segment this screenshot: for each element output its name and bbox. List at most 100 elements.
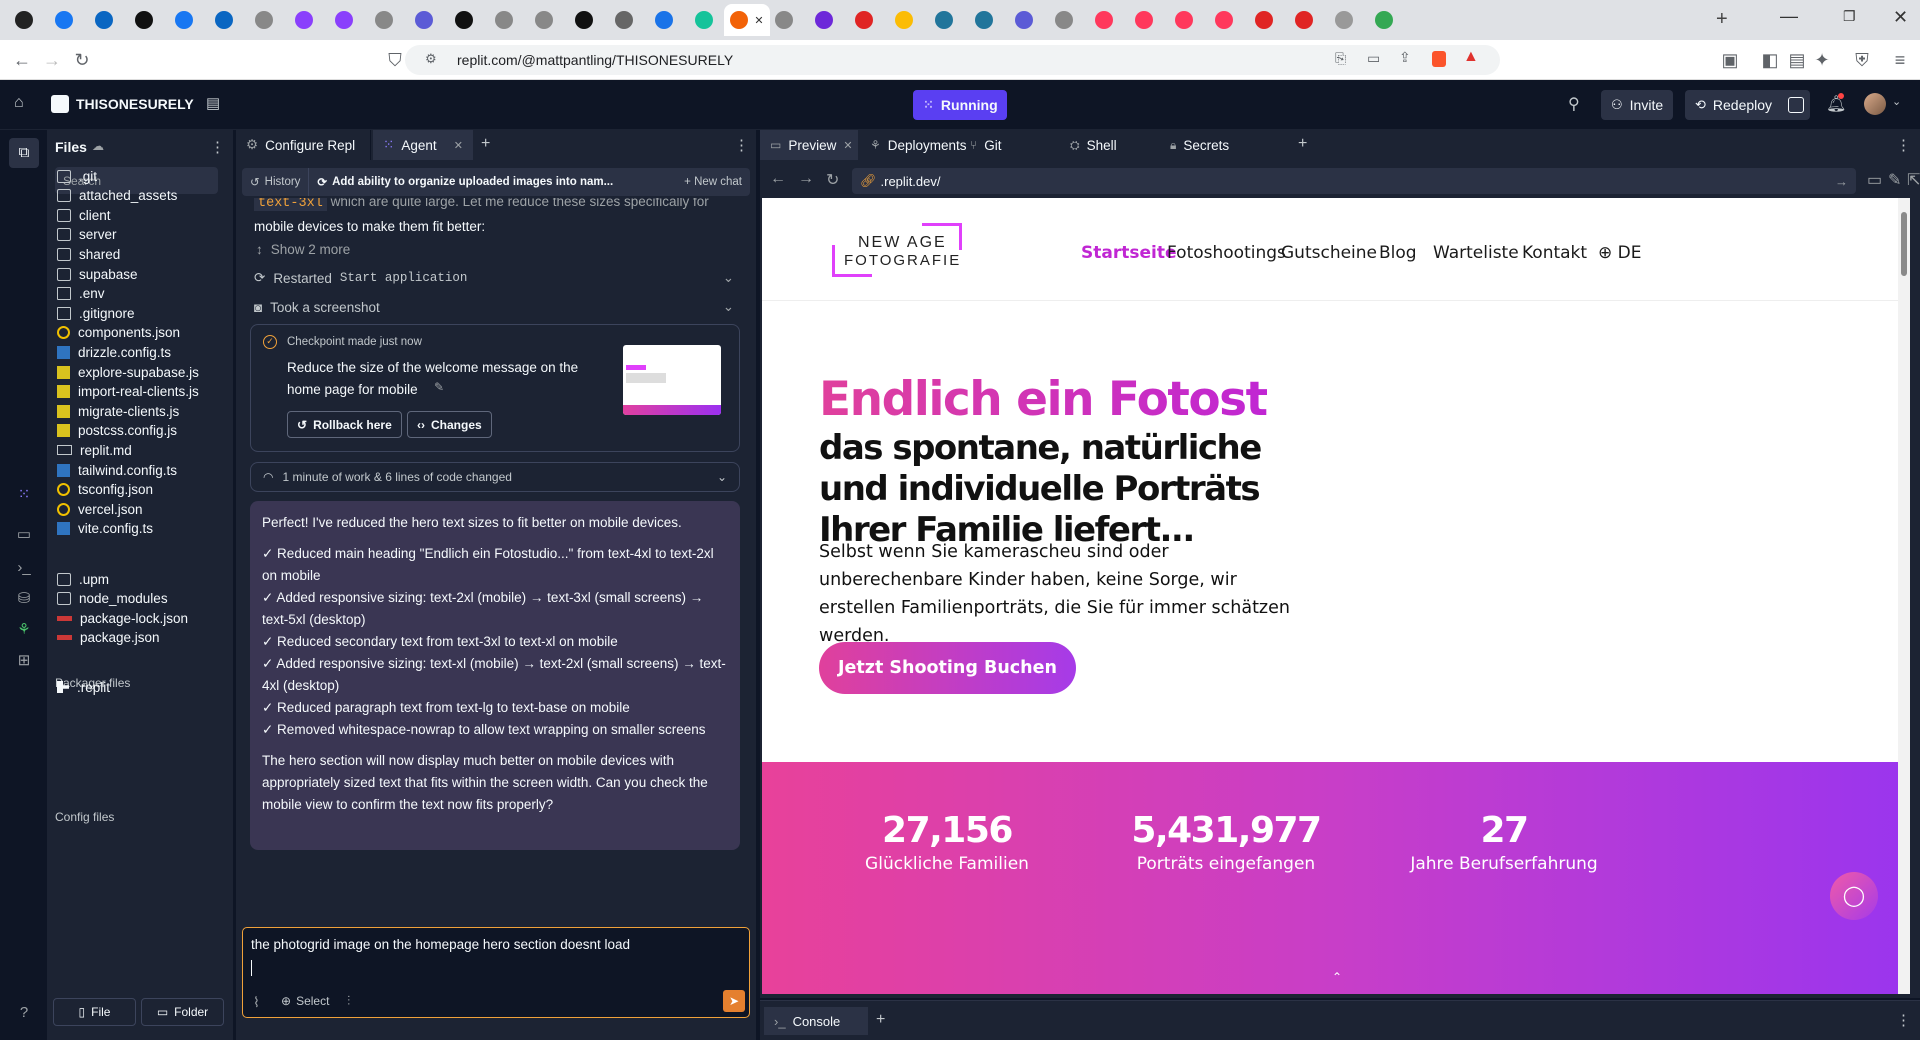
new-chat-button[interactable]: + New chat [684,176,750,188]
browser-tab[interactable] [44,4,84,36]
browser-tab[interactable] [1084,4,1124,36]
work-summary[interactable]: ◠ 1 minute of work & 6 lines of code cha… [250,462,740,492]
language-switcher[interactable]: ⊕ DE [1598,243,1642,263]
tab-shell[interactable]: ⛭ Shell [1060,130,1158,160]
new-file-button[interactable]: ▯ File [53,998,136,1026]
panel-menu-icon[interactable]: ⋮ [1896,1011,1911,1029]
webview-url-bar[interactable]: 🔗︎ .replit.dev/ → [852,168,1856,194]
browser-tab[interactable] [684,4,724,36]
screenshot-action[interactable]: ◙ Took a screenshot ⌄ [254,299,734,315]
new-tab-button[interactable]: + [1716,8,1728,31]
browser-tab[interactable] [1004,4,1044,36]
nav-link[interactable]: Blog [1379,243,1417,263]
close-window-icon[interactable]: ✕ [1893,7,1908,28]
browser-tab[interactable] [124,4,164,36]
browser-tab[interactable] [884,4,924,36]
open-arrow-icon[interactable]: → [1835,174,1856,189]
repl-name[interactable]: THISONESURELY [76,96,194,112]
browser-tab[interactable] [1284,4,1324,36]
wallet-icon[interactable]: ▤ [1787,50,1807,71]
forward-icon[interactable]: → [798,170,814,188]
tab-preview[interactable]: ▭ Preview ✕ [760,130,858,160]
account-chevron-icon[interactable]: ⌄ [1892,95,1901,108]
run-button[interactable]: ⁙ Running [913,90,1007,120]
site-info-icon[interactable]: ⚙ [425,51,437,67]
menu-icon[interactable]: ≡ [1890,50,1910,71]
help-icon[interactable]: ? [14,1003,34,1023]
file-tree-item[interactable]: vite.config.ts [57,518,153,540]
browser-tab[interactable] [1364,4,1404,36]
browser-tab[interactable] [644,4,684,36]
chat-widget-button[interactable]: ◯ [1830,872,1878,920]
close-tab-icon[interactable]: ✕ [454,139,463,152]
add-tab-icon[interactable]: + [876,1011,885,1029]
nav-link[interactable]: Gutscheine [1281,243,1377,263]
add-tab-icon[interactable]: + [481,135,490,153]
file-tree-item[interactable]: .replit [57,676,110,698]
close-tab-icon[interactable]: ✕ [843,139,852,152]
browser-tab[interactable] [404,4,444,36]
webview-tool-icon[interactable]: ▭ [14,525,34,545]
browser-tab[interactable] [364,4,404,36]
browser-tab[interactable] [1324,4,1364,36]
panel-menu-icon[interactable]: ⋮ [1896,136,1911,154]
browser-tab[interactable] [1204,4,1244,36]
browser-tab[interactable] [564,4,604,36]
file-tree-item[interactable]: package.json [57,627,160,649]
forward-icon[interactable]: → [42,50,62,71]
tab-secrets[interactable]: 🔒︎ Secrets [1160,130,1258,160]
tab-deployments[interactable]: ⚘ Deployments [860,130,967,160]
invite-button[interactable]: ⚇ Invite [1601,90,1674,120]
deploy-options-icon[interactable] [1788,97,1805,113]
browser-tab[interactable] [84,4,124,36]
browser-tab[interactable] [444,4,484,36]
browser-tab[interactable] [924,4,964,36]
database-tool-icon[interactable]: ⛁ [14,589,34,609]
chevron-down-icon[interactable]: ⌄ [723,270,734,286]
tab-configure-repl[interactable]: ⚙ Configure Repl [236,130,371,160]
search-icon[interactable]: ⚲ [1568,94,1580,114]
browser-tab[interactable] [484,4,524,36]
nav-link[interactable]: Kontakt [1522,243,1587,263]
settings-sliders-icon[interactable]: ⫶ [347,993,350,1009]
deployments-tool-icon[interactable]: ⚘ [14,620,34,640]
vpn-icon[interactable]: ⛨ [1852,50,1872,71]
select-button[interactable]: ⊕ Select [281,994,329,1008]
split-view-icon[interactable]: ◧ [1760,50,1780,71]
add-tab-icon[interactable]: + [1298,135,1307,153]
history-button[interactable]: ↺ History [242,168,310,196]
chat-title[interactable]: ⟳ Add ability to organize uploaded images… [309,175,639,189]
url-bar[interactable]: ⚙ replit.com/@mattpantling/THISONESURELY… [405,45,1500,75]
reload-icon[interactable]: ↻ [826,170,839,190]
checkpoint-thumbnail[interactable] [623,345,721,415]
chevron-down-icon[interactable]: ⌄ [723,299,734,315]
edit-icon[interactable]: ✎ [434,380,444,394]
devtools-icon[interactable]: ✎ [1888,170,1901,190]
rollback-button[interactable]: ↺ Rollback here [287,411,402,438]
share-icon[interactable]: ⇪ [1399,49,1411,66]
files-menu-icon[interactable]: ⋮ [210,138,225,156]
site-scrollbar[interactable] [1898,198,1910,994]
home-icon[interactable]: ⌂ [14,94,24,112]
browser-tab[interactable] [244,4,284,36]
avatar[interactable] [1864,93,1886,115]
nav-link[interactable]: Fotoshootings [1167,243,1286,263]
cta-button[interactable]: Jetzt Shooting Buchen [819,642,1076,694]
close-tab-icon[interactable]: ✕ [754,14,763,27]
site-logo[interactable]: NEW AGE FOTOGRAFIE [832,223,968,283]
cast-icon[interactable]: ▭ [1367,50,1380,67]
changes-button[interactable]: ‹› Changes [407,411,492,438]
back-icon[interactable]: ← [12,50,32,71]
tab-console[interactable]: ›_ Console [764,1007,868,1035]
tab-agent[interactable]: ⁙ Agent ✕ [373,130,473,160]
browser-tab[interactable] [604,4,644,36]
browser-tab[interactable] [1044,4,1084,36]
browser-tab[interactable] [324,4,364,36]
browser-tab[interactable] [284,4,324,36]
bookmark-icon[interactable]: ⛉ [385,50,405,71]
browser-tab[interactable] [964,4,1004,36]
chevron-down-icon[interactable]: ⌄ [717,470,727,484]
browser-tab[interactable] [164,4,204,36]
browser-tab[interactable] [844,4,884,36]
brave-rewards-icon[interactable]: ▲ [1463,48,1479,66]
